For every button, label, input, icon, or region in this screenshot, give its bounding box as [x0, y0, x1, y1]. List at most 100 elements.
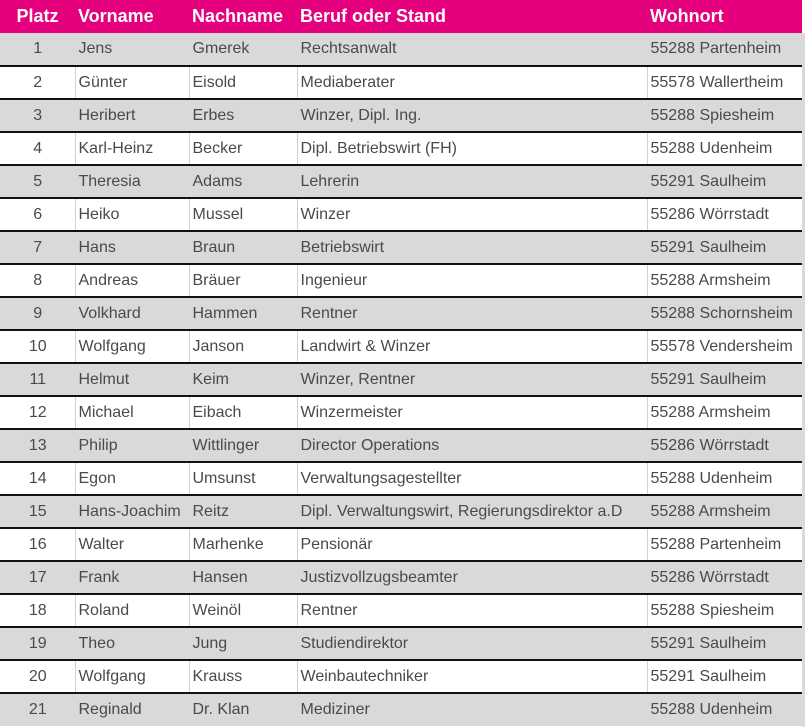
cell-vorname: Volkhard — [74, 297, 189, 330]
cell-platz: 19 — [28, 634, 47, 652]
cell-platz: 14 — [28, 469, 47, 487]
cell-platz: 10 — [28, 337, 47, 355]
table-row: 11 Helmut Keim Winzer, Rentner 55291 Saulhei… — [0, 363, 802, 396]
cell-platz: 17 — [28, 568, 47, 586]
table-row: 19 Theo Jung Studiendirektor 55291 Saulheim — [0, 627, 802, 660]
cell-beruf: Mediziner — [296, 693, 647, 726]
header-platz: Platz — [16, 6, 59, 26]
cell-nachname: Erbes — [188, 99, 297, 132]
cell-vorname: Heribert — [74, 99, 189, 132]
cell-platz: 5 — [33, 172, 43, 190]
cell-nachname: Becker — [188, 132, 297, 165]
cell-beruf: Verwaltungsagestellter — [296, 462, 647, 495]
cell-wohnort: 55291 Saulheim — [646, 231, 802, 264]
cell-nachname: Gmerek — [188, 33, 297, 66]
table-row: 3 Heribert Erbes Winzer, Dipl. Ing. 55288 Sp… — [0, 99, 802, 132]
table-row: 8 Andreas Bräuer Ingenieur 55288 Armsheim — [0, 264, 802, 297]
cell-wohnort: 55288 Spiesheim — [646, 594, 802, 627]
cell-nachname: Eibach — [188, 396, 297, 429]
table-row: 15 Hans-Joachim Reitz Dipl. Verwaltungswirt… — [0, 495, 802, 528]
cell-wohnort: 55291 Saulheim — [646, 660, 802, 693]
cell-beruf: Dipl. Verwaltungswirt, Regierungsdirekto… — [296, 495, 647, 528]
cell-vorname: Walter — [74, 528, 189, 561]
cell-vorname: Jens — [74, 33, 189, 66]
cell-beruf: Rechtsanwalt — [296, 33, 647, 66]
header-beruf: Beruf oder Stand — [300, 6, 447, 26]
table-row: 20 Wolfgang Krauss Weinbautechniker 55291 Sa… — [0, 660, 802, 693]
cell-wohnort: 55288 Armsheim — [646, 396, 802, 429]
cell-beruf: Mediaberater — [296, 66, 647, 99]
cell-platz: 12 — [28, 403, 47, 421]
cell-vorname: Hans — [74, 231, 189, 264]
cell-nachname: Krauss — [188, 660, 297, 693]
table-row: 2 Günter Eisold Mediaberater 55578 Wallerthe… — [0, 66, 802, 99]
cell-wohnort: 55288 Udenheim — [646, 462, 802, 495]
cell-platz: 18 — [28, 601, 47, 619]
cell-wohnort: 55286 Wörrstadt — [646, 198, 802, 231]
cell-beruf: Justizvollzugsbeamter — [296, 561, 647, 594]
cell-wohnort: 55288 Partenheim — [646, 33, 802, 66]
table-row: 4 Karl-Heinz Becker Dipl. Betriebswirt (FH)… — [0, 132, 802, 165]
cell-nachname: Mussel — [188, 198, 297, 231]
header-nachname: Nachname — [192, 6, 284, 26]
cell-platz: 4 — [33, 139, 43, 157]
cell-beruf: Director Operations — [296, 429, 647, 462]
candidate-table: Platz Vorname Nachname Beruf oder Stand … — [0, 0, 802, 726]
cell-beruf: Landwirt & Winzer — [296, 330, 647, 363]
table-row: 13 Philip Wittlinger Director Operations 552… — [0, 429, 802, 462]
table-body: 1 Jens Gmerek Rechtsanwalt 55288 Partenheim 2… — [0, 33, 802, 726]
cell-beruf: Lehrerin — [296, 165, 647, 198]
cell-platz: 6 — [33, 205, 43, 223]
cell-nachname: Bräuer — [188, 264, 297, 297]
cell-beruf: Rentner — [296, 594, 647, 627]
cell-nachname: Janson — [188, 330, 297, 363]
cell-wohnort: 55291 Saulheim — [646, 165, 802, 198]
table-row: 18 Roland Weinöl Rentner 55288 Spiesheim — [0, 594, 802, 627]
cell-nachname: Hammen — [188, 297, 297, 330]
cell-nachname: Braun — [188, 231, 297, 264]
table-row: 1 Jens Gmerek Rechtsanwalt 55288 Partenheim — [0, 33, 802, 66]
cell-platz: 16 — [28, 535, 47, 553]
cell-wohnort: 55288 Schornsheim — [646, 297, 802, 330]
cell-wohnort: 55286 Wörrstadt — [646, 429, 802, 462]
cell-beruf: Rentner — [296, 297, 647, 330]
cell-platz: 13 — [28, 436, 47, 454]
cell-wohnort: 55288 Udenheim — [646, 693, 802, 726]
cell-beruf: Dipl. Betriebswirt (FH) — [296, 132, 647, 165]
header-vorname: Vorname — [78, 6, 154, 26]
cell-wohnort: 55578 Wallertheim — [646, 66, 802, 99]
cell-platz: 15 — [28, 502, 47, 520]
cell-vorname: Wolfgang — [74, 660, 189, 693]
cell-platz: 2 — [33, 73, 43, 91]
table-row: 12 Michael Eibach Winzermeister 55288 Armshe… — [0, 396, 802, 429]
cell-vorname: Hans-Joachim — [74, 495, 189, 528]
cell-platz: 9 — [33, 304, 43, 322]
cell-wohnort: 55288 Spiesheim — [646, 99, 802, 132]
cell-wohnort: 55288 Armsheim — [646, 264, 802, 297]
cell-vorname: Reginald — [74, 693, 189, 726]
cell-vorname: Andreas — [74, 264, 189, 297]
cell-vorname: Roland — [74, 594, 189, 627]
table-row: 6 Heiko Mussel Winzer 55286 Wörrstadt — [0, 198, 802, 231]
table-row: 17 Frank Hansen Justizvollzugsbeamter 55286 … — [0, 561, 802, 594]
cell-beruf: Winzer, Rentner — [296, 363, 647, 396]
cell-nachname: Reitz — [188, 495, 297, 528]
cell-vorname: Theresia — [74, 165, 189, 198]
table-row: 16 Walter Marhenke Pensionär 55288 Partenhei… — [0, 528, 802, 561]
cell-wohnort: 55291 Saulheim — [646, 627, 802, 660]
cell-platz: 8 — [33, 271, 43, 289]
cell-vorname: Egon — [74, 462, 189, 495]
cell-vorname: Michael — [74, 396, 189, 429]
cell-vorname: Wolfgang — [74, 330, 189, 363]
table-header-row: Platz Vorname Nachname Beruf oder Stand … — [0, 0, 802, 33]
cell-platz: 7 — [33, 238, 43, 256]
table-row: 21 Reginald Dr. Klan Mediziner 55288 Udenhei… — [0, 693, 802, 726]
cell-vorname: Heiko — [74, 198, 189, 231]
table-row: 5 Theresia Adams Lehrerin 55291 Saulheim — [0, 165, 802, 198]
cell-platz: 21 — [28, 701, 47, 718]
cell-beruf: Betriebswirt — [296, 231, 647, 264]
table-row: 10 Wolfgang Janson Landwirt & Winzer 55578 V… — [0, 330, 802, 363]
cell-platz: 3 — [33, 106, 43, 124]
cell-vorname: Karl-Heinz — [74, 132, 189, 165]
cell-nachname: Adams — [188, 165, 297, 198]
